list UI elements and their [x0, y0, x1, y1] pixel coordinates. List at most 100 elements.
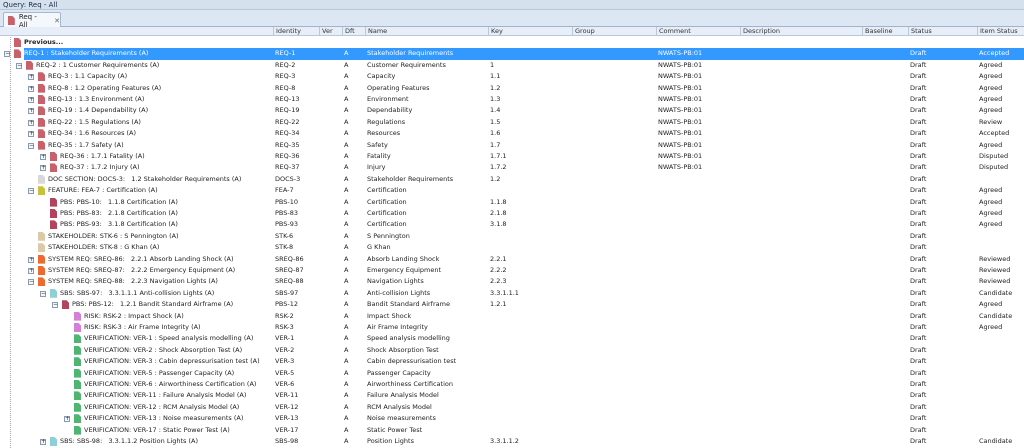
- table-row[interactable]: + REQ-3 : 1.1 Capacity (A) REQ-3 A Capacity 1…: [0, 71, 1024, 82]
- cell-status: Draft: [910, 357, 927, 366]
- cell-key: 1.2.1: [490, 300, 507, 309]
- expand-icon[interactable]: +: [40, 154, 46, 160]
- cell-item-status: [977, 402, 1024, 413]
- table-row[interactable]: VERIFICATION: VER-5 : Passenger Capacity…: [0, 368, 1024, 379]
- table-row[interactable]: + REQ-34 : 1.6 Resources (A) REQ-34 A Resour…: [0, 128, 1024, 139]
- column-header-identity[interactable]: Identity: [273, 27, 319, 36]
- table-row[interactable]: + SBS: SBS-98: 3.3.1.1.2 Position Lights …: [0, 436, 1024, 447]
- expand-icon[interactable]: +: [28, 119, 34, 126]
- table-row[interactable]: VERIFICATION: VER-2 : Shock Absorption T…: [0, 345, 1024, 356]
- cell-ver: [319, 356, 342, 367]
- cell-status: Draft: [910, 402, 927, 411]
- column-header-status[interactable]: Status: [908, 27, 977, 36]
- table-row[interactable]: VERIFICATION: VER-12 : RCM Analysis Mode…: [0, 402, 1024, 413]
- column-header-item-status[interactable]: Item Status: [977, 27, 1024, 36]
- cell-name: Position Lights: [367, 437, 414, 445]
- table-row[interactable]: + REQ-36 : 1.7.1 Fatality (A) REQ-36 A Fatal…: [0, 151, 1024, 162]
- column-header-baseline[interactable]: Baseline: [862, 27, 908, 36]
- cell-name: Resources: [367, 129, 401, 138]
- table-row[interactable]: STAKEHOLDER: STK-8 : G Khan (A) STK-8 A G K…: [0, 242, 1024, 253]
- table-row[interactable]: − SYSTEM REQ: SREQ-88: 2.2.3 Navigation L…: [0, 276, 1024, 287]
- table-row[interactable]: + REQ-8 : 1.2 Operating Features (A) REQ-8…: [0, 83, 1024, 94]
- cell-key: 3.1.8: [490, 220, 507, 229]
- cell-key: 2.1.8: [490, 209, 507, 217]
- table-row[interactable]: + SYSTEM REQ: SREQ-86: 2.2.1 Absorb Landi…: [0, 254, 1024, 265]
- collapse-icon[interactable]: −: [52, 302, 58, 309]
- table-row[interactable]: + REQ-19 : 1.4 Dependability (A) REQ-19 A De…: [0, 105, 1024, 116]
- cell-name: Passenger Capacity: [367, 368, 431, 377]
- collapse-icon[interactable]: −: [28, 279, 34, 286]
- cell-status: Draft: [910, 266, 927, 274]
- column-header-dft[interactable]: Dft: [342, 27, 365, 36]
- expand-icon[interactable]: +: [28, 256, 34, 263]
- table-row[interactable]: − FEATURE: FEA-7 : Certification (A) FEA-7…: [0, 185, 1024, 196]
- column-header-comment[interactable]: Comment: [656, 27, 740, 36]
- cell-key: 3.3.1.1.1: [490, 288, 519, 297]
- column-header-group[interactable]: Group: [572, 27, 656, 36]
- requirement-icon: [50, 152, 57, 161]
- cell-comment: [656, 311, 740, 322]
- expand-icon[interactable]: +: [40, 165, 46, 172]
- table-row[interactable]: + REQ-37 : 1.7.2 Injury (A) REQ-37 A Injury 1…: [0, 162, 1024, 173]
- table-row[interactable]: PBS: PBS-10: 1.1.8 Certification (A) PBS-…: [0, 197, 1024, 208]
- tree-item-label: VERIFICATION: VER-13 : Noise measurement…: [84, 414, 244, 423]
- cell-identity: STK-6: [275, 231, 294, 240]
- expand-icon[interactable]: +: [64, 416, 70, 423]
- table-row[interactable]: DOC SECTION: DOCS-3: 1.2 Stakeholder Req…: [0, 174, 1024, 185]
- cell-key: 1.4: [490, 106, 501, 115]
- cell-name: Failure Analysis Model: [367, 391, 439, 400]
- cell-item-status: [977, 242, 1024, 253]
- table-row[interactable]: − PBS: PBS-12: 1.2.1 Bandit Standard Airf…: [0, 299, 1024, 310]
- table-row[interactable]: + SYSTEM REQ: SREQ-87: 2.2.2 Emergency Eq…: [0, 265, 1024, 276]
- cell-dft: A: [344, 106, 349, 115]
- table-row[interactable]: STAKEHOLDER: STK-6 : S Pennington (A) STK…: [0, 231, 1024, 242]
- tree-item-label: DOC SECTION: DOCS-3: 1.2 Stakeholder Req…: [48, 174, 242, 183]
- table-row[interactable]: PBS: PBS-93: 3.1.8 Certification (A) PBS-…: [0, 219, 1024, 230]
- table-row[interactable]: PBS: PBS-83: 2.1.8 Certification (A) PBS-…: [0, 208, 1024, 219]
- expand-icon[interactable]: +: [28, 85, 34, 92]
- close-icon[interactable]: ✕: [54, 17, 60, 25]
- cell-ver: [319, 288, 342, 299]
- table-row[interactable]: − SBS: SBS-97: 3.3.1.1.1 Anti-collision L…: [0, 288, 1024, 299]
- table-row[interactable]: + VERIFICATION: VER-13 : Noise measuremen…: [0, 413, 1024, 424]
- expand-icon[interactable]: +: [28, 108, 34, 115]
- expand-icon[interactable]: +: [28, 268, 34, 274]
- table-row[interactable]: − REQ-1 : Stakeholder Requirements (A) REQ…: [0, 48, 1024, 60]
- table-row[interactable]: RISK: RSK-2 : Impact Shock (A) RSK-2 A Impa…: [0, 311, 1024, 322]
- expand-icon[interactable]: +: [28, 74, 34, 81]
- requirement-icon: [38, 72, 45, 82]
- table-row[interactable]: + REQ-22 : 1.5 Regulations (A) REQ-22 A Regu…: [0, 117, 1024, 128]
- expand-icon[interactable]: +: [40, 439, 46, 445]
- expand-icon[interactable]: +: [28, 131, 34, 138]
- cell-comment: NWATS-PB:01: [658, 152, 703, 160]
- collapse-icon[interactable]: −: [16, 62, 22, 69]
- table-row[interactable]: VERIFICATION: VER-1 : Speed analysis mod…: [0, 333, 1024, 344]
- table-row[interactable]: RISK: RSK-3 : Air Frame Integrity (A) RSK…: [0, 322, 1024, 333]
- cell-status: Draft: [910, 231, 927, 240]
- collapse-icon[interactable]: −: [4, 51, 10, 58]
- collapse-icon[interactable]: −: [28, 142, 34, 149]
- collapse-icon[interactable]: −: [28, 188, 34, 195]
- collapse-icon[interactable]: −: [40, 290, 46, 297]
- cell-status: Draft: [910, 186, 927, 195]
- table-row[interactable]: VERIFICATION: VER-11 : Failure Analysis …: [0, 390, 1024, 401]
- table-row[interactable]: + REQ-13 : 1.3 Environment (A) REQ-13 A Envi…: [0, 94, 1024, 105]
- verification-icon: [74, 425, 81, 435]
- expand-icon[interactable]: +: [28, 97, 34, 103]
- column-header-name[interactable]: Name: [365, 27, 488, 36]
- cell-key: [488, 413, 572, 424]
- table-row[interactable]: Previous...: [0, 37, 1024, 48]
- table-row[interactable]: VERIFICATION: VER-17 : Static Power Test…: [0, 425, 1024, 436]
- column-header-ver[interactable]: Ver: [319, 27, 342, 36]
- column-header-key[interactable]: Key: [488, 27, 572, 36]
- cell-name: Capacity: [367, 72, 396, 81]
- table-row[interactable]: VERIFICATION: VER-6 : Airworthiness Cert…: [0, 379, 1024, 390]
- column-header-description[interactable]: Description: [740, 27, 862, 36]
- table-row[interactable]: − REQ-35 : 1.7 Safety (A) REQ-35 A Safety 1.7…: [0, 140, 1024, 151]
- cell-dft: A: [344, 345, 349, 354]
- table-row[interactable]: VERIFICATION: VER-3 : Cabin depressurisa…: [0, 356, 1024, 367]
- cell-identity: VER-13: [275, 414, 299, 423]
- tab-req-all[interactable]: Req - All ✕: [3, 12, 61, 29]
- cell-identity: RSK-3: [275, 323, 294, 331]
- table-row[interactable]: − REQ-2 : 1 Customer Requirements (A) REQ-…: [0, 60, 1024, 71]
